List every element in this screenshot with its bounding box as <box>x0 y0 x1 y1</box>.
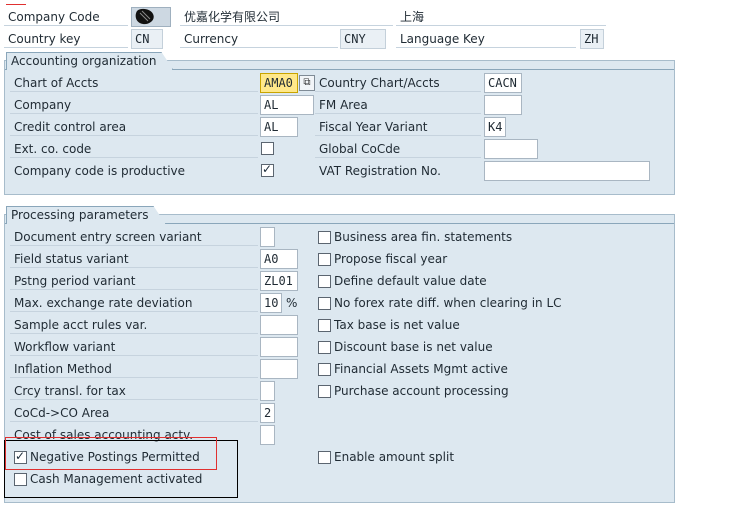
cost-of-sales-field[interactable] <box>260 425 275 445</box>
company-productive-label: Company code is productive <box>14 164 186 178</box>
cash-mgmt-label: Cash Management activated <box>30 472 203 486</box>
fm-area-field[interactable] <box>484 95 522 115</box>
fiscal-year-variant-field[interactable]: K4 <box>484 117 506 137</box>
global-cocde-label: Global CoCde <box>315 140 481 158</box>
language-key-label: Language Key <box>396 30 576 48</box>
credit-control-field[interactable]: AL <box>260 117 298 137</box>
max-exch-unit: % <box>286 296 298 310</box>
crcy-transl-label: Crcy transl. for tax <box>10 382 258 400</box>
company-city-text: 上海 <box>396 8 606 26</box>
credit-control-label: Credit control area <box>10 118 258 136</box>
redacted-logo-icon <box>135 8 154 25</box>
chart-of-accts-field[interactable]: AMA0 <box>260 73 298 93</box>
global-cocde-field[interactable] <box>484 139 538 159</box>
max-exch-field[interactable]: 10 <box>260 293 282 313</box>
fiscal-year-variant-label: Fiscal Year Variant <box>315 118 481 136</box>
purchase-account-label: Purchase account processing <box>334 384 509 398</box>
title-accent-line <box>6 4 26 5</box>
negative-postings-label: Negative Postings Permitted <box>30 450 200 464</box>
currency-label: Currency <box>180 30 338 48</box>
discount-base-net-label: Discount base is net value <box>334 340 493 354</box>
tax-base-net-label: Tax base is net value <box>334 318 460 332</box>
processing-title: Processing parameters <box>6 206 166 224</box>
workflow-label: Workflow variant <box>10 338 258 356</box>
field-status-label: Field status variant <box>10 250 258 268</box>
country-key-field[interactable]: CN <box>131 29 163 49</box>
doc-entry-label: Document entry screen variant <box>10 228 258 246</box>
currency-field[interactable]: CNY <box>340 29 386 49</box>
field-status-field[interactable]: A0 <box>260 249 298 269</box>
doc-entry-field[interactable] <box>260 227 275 247</box>
country-key-label: Country key <box>4 30 128 48</box>
financial-assets-label: Financial Assets Mgmt active <box>334 362 508 376</box>
ext-co-code-checkbox[interactable] <box>261 142 274 155</box>
cocd-co-field[interactable]: 2 <box>260 403 275 423</box>
cocd-co-label: CoCd->CO Area <box>10 404 258 422</box>
value-help-icon[interactable]: ⧉ <box>299 75 315 91</box>
no-forex-diff-label: No forex rate diff. when clearing in LC <box>334 296 562 310</box>
sample-acct-field[interactable] <box>260 315 298 335</box>
inflation-label: Inflation Method <box>10 360 258 378</box>
company-field[interactable]: AL <box>260 95 314 115</box>
enable-amount-split-label: Enable amount split <box>334 450 455 464</box>
country-chart-label: Country Chart/Accts <box>315 74 481 92</box>
company-name-text: 优嘉化学有限公司 <box>180 8 393 26</box>
default-value-date-label: Define default value date <box>334 274 487 288</box>
language-key-field[interactable]: ZH <box>580 29 604 49</box>
ext-co-code-label: Ext. co. code <box>10 140 258 158</box>
chart-of-accts-label: Chart of Accts <box>10 74 258 92</box>
vat-reg-field[interactable] <box>484 161 650 181</box>
propose-fiscal-year-label: Propose fiscal year <box>334 252 448 266</box>
company-code-field[interactable] <box>131 7 171 27</box>
company-label: Company <box>10 96 258 114</box>
fm-area-label: FM Area <box>315 96 481 114</box>
company-productive-checkbox[interactable] <box>261 162 274 177</box>
inflation-field[interactable] <box>260 359 298 379</box>
pstng-period-label: Pstng period variant <box>10 272 258 290</box>
country-chart-field[interactable]: CACN <box>484 73 522 93</box>
vat-reg-label: VAT Registration No. <box>319 164 441 178</box>
max-exch-label: Max. exchange rate deviation <box>10 294 258 312</box>
business-area-label: Business area fin. statements <box>334 230 513 244</box>
company-code-label: Company Code <box>4 8 128 26</box>
workflow-field[interactable] <box>260 337 298 357</box>
pstng-period-field[interactable]: ZL01 <box>260 271 298 291</box>
accounting-org-title: Accounting organization <box>6 52 173 70</box>
sample-acct-label: Sample acct rules var. <box>10 316 258 334</box>
crcy-transl-field[interactable] <box>260 381 275 401</box>
